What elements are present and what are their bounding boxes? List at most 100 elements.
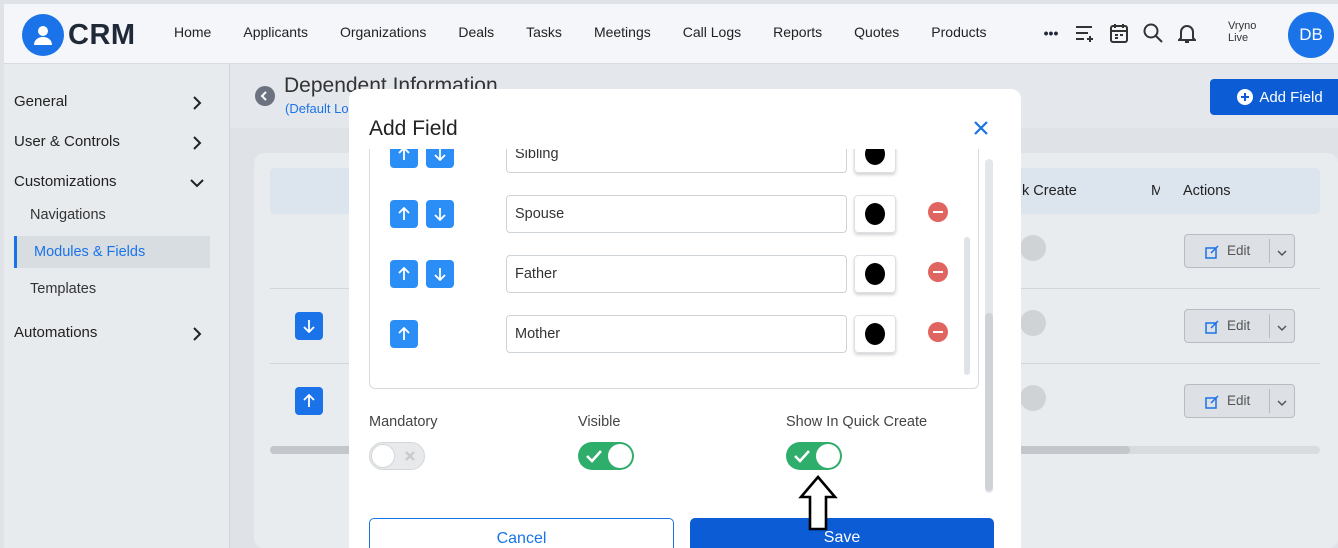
move-down-button[interactable] [426, 200, 454, 228]
edit-icon [1205, 320, 1219, 334]
color-picker[interactable] [854, 149, 896, 173]
move-up-button[interactable] [390, 260, 418, 288]
arrow-down-icon [434, 208, 446, 221]
avatar[interactable]: DB [1288, 12, 1334, 58]
user-logo-icon [22, 14, 64, 56]
nav-call-logs[interactable]: Call Logs [683, 24, 741, 40]
nav-reports[interactable]: Reports [773, 24, 822, 40]
arrow-up-icon [398, 149, 410, 160]
sidebar-item-user-controls[interactable]: User & Controls [14, 133, 120, 150]
search-icon[interactable] [1142, 22, 1164, 44]
add-list-icon[interactable] [1074, 22, 1096, 44]
arrow-down-icon [434, 268, 446, 281]
arrow-down-icon [303, 320, 315, 333]
nav-tasks[interactable]: Tasks [526, 24, 562, 40]
edit-icon [1205, 395, 1219, 409]
close-icon[interactable] [971, 118, 991, 138]
option-input[interactable]: Sibling [506, 149, 847, 173]
move-down-button[interactable] [295, 312, 323, 340]
top-navbar: CRM Home Applicants Organizations Deals … [4, 4, 1338, 64]
arrow-up-icon [398, 327, 410, 340]
more-icon[interactable]: ••• [1040, 22, 1062, 44]
nav-quotes[interactable]: Quotes [854, 24, 899, 40]
sidebar-item-automations[interactable]: Automations [14, 324, 97, 341]
chevron-down-icon[interactable] [1277, 398, 1287, 408]
edit-button[interactable]: Edit [1184, 309, 1295, 343]
cancel-button[interactable]: Cancel [369, 518, 674, 548]
move-down-button[interactable] [426, 260, 454, 288]
sidebar: General User & Controls Customizations N… [4, 64, 230, 548]
options-list: Sibling Spouse Father Mother [369, 149, 979, 389]
move-up-button[interactable] [390, 149, 418, 168]
remove-icon[interactable] [928, 262, 948, 282]
edit-button[interactable]: Edit [1184, 384, 1295, 418]
col-actions: Actions [1183, 183, 1231, 199]
x-icon [405, 451, 415, 461]
quick-create-toggle[interactable] [1020, 310, 1046, 336]
quick-create-toggle[interactable] [1020, 235, 1046, 261]
pointer-arrow-icon [798, 475, 838, 531]
user-name[interactable]: Vryno Live [1228, 20, 1256, 44]
edit-icon [1205, 245, 1219, 259]
list-item: Sibling [370, 149, 970, 174]
arrow-up-icon [398, 267, 410, 280]
nav-home[interactable]: Home [174, 24, 211, 40]
nav-products[interactable]: Products [931, 24, 986, 40]
sidebar-item-modules-fields[interactable]: Modules & Fields [14, 236, 210, 268]
option-input[interactable]: Father [506, 255, 847, 293]
quick-create-label: Show In Quick Create [786, 414, 928, 430]
color-picker[interactable] [854, 255, 896, 293]
bell-icon[interactable] [1176, 22, 1198, 44]
main-nav: Home Applicants Organizations Deals Task… [174, 24, 1019, 40]
option-input[interactable]: Mother [506, 315, 847, 353]
arrow-up-icon [398, 207, 410, 220]
modal-scrollbar[interactable] [985, 159, 993, 493]
save-button[interactable]: Save [690, 518, 994, 548]
add-field-button[interactable]: Add Field [1210, 79, 1338, 115]
check-icon [794, 450, 810, 463]
visible-toggle[interactable] [578, 442, 634, 470]
move-up-button[interactable] [390, 320, 418, 348]
nav-organizations[interactable]: Organizations [340, 24, 426, 40]
chevron-down-icon[interactable] [190, 176, 204, 190]
sidebar-item-general[interactable]: General [14, 93, 67, 110]
logo-text: CRM [68, 18, 136, 51]
nav-deals[interactable]: Deals [458, 24, 494, 40]
sidebar-item-customizations[interactable]: Customizations [14, 173, 117, 190]
nav-applicants[interactable]: Applicants [243, 24, 308, 40]
col-quick-create: k Create [1022, 183, 1077, 199]
list-scrollbar[interactable] [964, 237, 970, 375]
list-item: Spouse [370, 194, 970, 234]
list-item: Father [370, 254, 970, 294]
chevron-down-icon[interactable] [1277, 248, 1287, 258]
visible-label: Visible [578, 414, 621, 430]
chevron-right-icon[interactable] [190, 136, 204, 150]
edit-button[interactable]: Edit [1184, 234, 1295, 268]
move-down-button[interactable] [426, 149, 454, 168]
option-input[interactable]: Spouse [506, 195, 847, 233]
quick-create-toggle[interactable] [786, 442, 842, 470]
move-up-button[interactable] [295, 387, 323, 415]
color-picker[interactable] [854, 195, 896, 233]
color-picker[interactable] [854, 315, 896, 353]
move-up-button[interactable] [390, 200, 418, 228]
sidebar-item-navigations[interactable]: Navigations [30, 207, 106, 223]
chevron-down-icon[interactable] [1277, 323, 1287, 333]
mandatory-label: Mandatory [369, 414, 438, 430]
back-icon[interactable] [255, 86, 275, 106]
add-field-modal: Add Field Sibling Spouse Father Mother M… [349, 89, 1021, 548]
chevron-right-icon[interactable] [190, 96, 204, 110]
nav-meetings[interactable]: Meetings [594, 24, 651, 40]
list-item: Mother [370, 314, 970, 354]
remove-icon[interactable] [928, 202, 948, 222]
calendar-icon[interactable] [1108, 22, 1130, 44]
chevron-right-icon[interactable] [190, 327, 204, 341]
mandatory-toggle[interactable] [369, 442, 425, 470]
quick-create-toggle[interactable] [1020, 385, 1046, 411]
sidebar-item-templates[interactable]: Templates [30, 281, 96, 297]
modal-title: Add Field [369, 117, 458, 140]
arrow-up-icon [303, 394, 315, 407]
remove-icon[interactable] [928, 322, 948, 342]
page-subtitle: (Default Lo [285, 101, 349, 116]
crm-logo[interactable]: CRM [22, 14, 136, 56]
